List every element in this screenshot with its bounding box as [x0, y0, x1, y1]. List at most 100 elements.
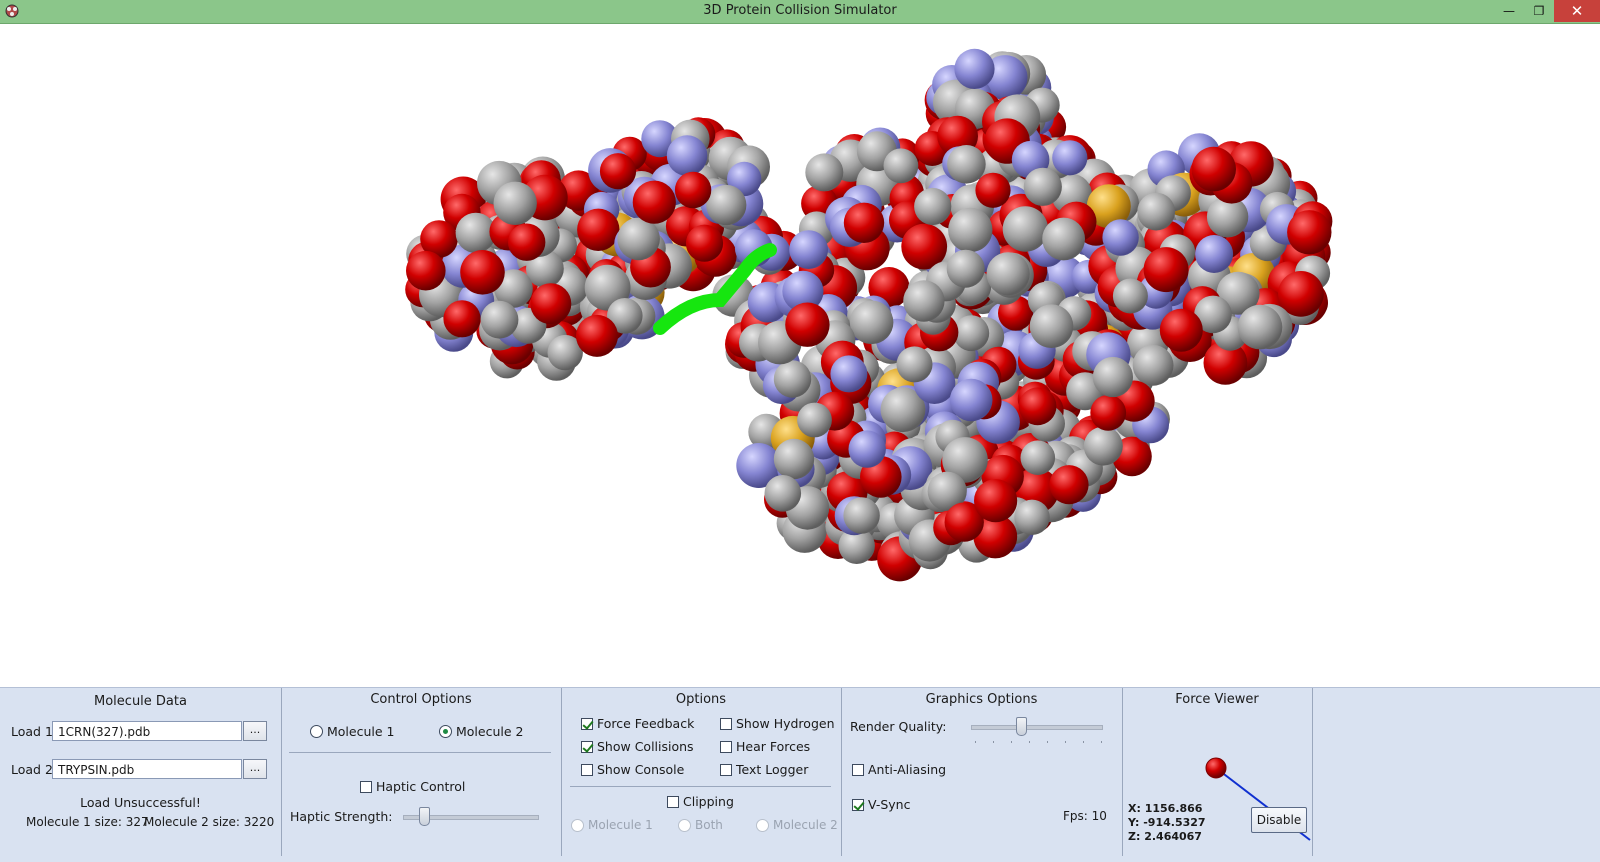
- clip-radio-molecule-2[interactable]: Molecule 2: [756, 818, 838, 832]
- atom: [666, 135, 708, 176]
- atom: [406, 250, 446, 291]
- atom: [1020, 440, 1056, 476]
- checkbox-box: [720, 717, 732, 730]
- atom: [946, 249, 985, 288]
- atom: [1112, 278, 1148, 314]
- atom: [764, 475, 802, 512]
- molecule-data-title: Molecule Data: [94, 694, 187, 709]
- force-z: Z: 2.464067: [1128, 830, 1202, 843]
- show-hydrogen-checkbox[interactable]: Show Hydrogen: [720, 716, 835, 731]
- atom: [948, 207, 993, 253]
- close-button[interactable]: ✕: [1554, 0, 1600, 22]
- atom: [1159, 308, 1203, 352]
- haptic-control-checkbox[interactable]: Haptic Control: [360, 779, 465, 794]
- radio-molecule-2[interactable]: Molecule 2: [439, 724, 523, 739]
- atom: [848, 430, 886, 468]
- hear-forces-checkbox[interactable]: Hear Forces: [720, 739, 810, 754]
- clipping-checkbox[interactable]: Clipping: [667, 794, 734, 809]
- clipping-label: Clipping: [683, 794, 734, 809]
- show-console-checkbox[interactable]: Show Console: [581, 762, 684, 777]
- molecule-viewport[interactable]: [0, 24, 1600, 687]
- load2-browse-button[interactable]: ...: [243, 759, 267, 779]
- force-y: Y: -914.5327: [1128, 816, 1206, 829]
- molecule2-size: Molecule 2 size: 3220: [144, 815, 275, 829]
- haptic-control-label: Haptic Control: [376, 779, 466, 794]
- clip-molecule-1-label: Molecule 1: [588, 818, 653, 832]
- checkbox-box: [720, 763, 732, 776]
- control-options-group: Control Options Molecule 1 Molecule 2 Ha…: [281, 688, 562, 856]
- atom: [974, 479, 1018, 523]
- vsync-label: V-Sync: [868, 797, 911, 812]
- atom: [1287, 210, 1332, 255]
- render-quality-slider[interactable]: [971, 725, 1103, 730]
- disable-button[interactable]: Disable: [1251, 807, 1307, 833]
- atom: [1018, 387, 1057, 426]
- text-logger-label: Text Logger: [736, 762, 809, 777]
- atom: [1023, 167, 1062, 206]
- atom: [954, 48, 995, 89]
- render-quality-thumb[interactable]: [1016, 717, 1027, 736]
- haptic-strength-thumb[interactable]: [419, 807, 430, 826]
- graphics-options-title: Graphics Options: [925, 692, 1038, 707]
- atom: [706, 184, 747, 226]
- show-collisions-checkbox[interactable]: Show Collisions: [581, 739, 694, 754]
- show-console-label: Show Console: [597, 762, 685, 777]
- load1-field[interactable]: 1CRN(327).pdb: [52, 721, 242, 741]
- atom: [830, 355, 868, 393]
- atom: [1092, 356, 1133, 398]
- slider-tick: [1047, 741, 1048, 743]
- atom: [986, 252, 1030, 296]
- atom: [805, 153, 844, 192]
- load2-field[interactable]: TRYPSIN.pdb: [52, 759, 242, 779]
- atom: [577, 208, 620, 251]
- anti-aliasing-checkbox[interactable]: Anti-Aliasing: [852, 762, 946, 777]
- atom: [599, 153, 637, 190]
- load2-label: Load 2:: [11, 762, 58, 777]
- force-viewer-title: Force Viewer: [1175, 692, 1259, 707]
- atom: [443, 300, 481, 338]
- radio-circle: [310, 725, 323, 738]
- atom: [1014, 499, 1050, 535]
- atom: [1049, 465, 1089, 505]
- slider-tick: [975, 741, 976, 743]
- haptic-strength-label: Haptic Strength:: [290, 809, 393, 824]
- minimize-button[interactable]: —: [1494, 0, 1524, 22]
- text-logger-checkbox[interactable]: Text Logger: [720, 762, 808, 777]
- atom: [1102, 219, 1139, 256]
- radio-molecule-1[interactable]: Molecule 1: [310, 724, 394, 739]
- load-status: Load Unsuccessful!: [80, 795, 201, 810]
- window-title: 3D Protein Collision Simulator: [703, 3, 897, 18]
- atom: [953, 315, 990, 352]
- atom: [1083, 426, 1123, 466]
- atom: [1195, 235, 1234, 273]
- radio-molecule-1-label: Molecule 1: [327, 724, 395, 739]
- atom: [947, 145, 986, 184]
- render-quality-label: Render Quality:: [850, 719, 947, 734]
- options-group: Options Force Feedback Show Collisions S…: [561, 688, 842, 856]
- atom: [896, 346, 933, 383]
- load1-label: Load 1:: [11, 724, 58, 739]
- slider-tick: [993, 741, 994, 743]
- atom: [493, 181, 537, 225]
- force-feedback-checkbox[interactable]: Force Feedback: [581, 716, 694, 731]
- force-feedback-label: Force Feedback: [597, 716, 695, 731]
- checkbox-box: [667, 795, 679, 808]
- atom: [674, 171, 712, 209]
- clip-radio-molecule-1[interactable]: Molecule 1: [571, 818, 653, 832]
- atom: [530, 283, 572, 325]
- control-panel: Molecule Data Load 1: 1CRN(327).pdb ... …: [0, 687, 1600, 862]
- divider: [570, 786, 831, 787]
- molecule-render[interactable]: [0, 24, 1600, 687]
- atom: [903, 280, 945, 322]
- vsync-checkbox[interactable]: V-Sync: [852, 797, 910, 812]
- load1-browse-button[interactable]: ...: [243, 721, 267, 741]
- checkbox-box: [852, 763, 864, 776]
- radio-circle: [571, 818, 584, 832]
- restore-button[interactable]: ❐: [1524, 0, 1554, 22]
- clip-radio-both[interactable]: Both: [678, 818, 723, 832]
- atom: [1052, 140, 1088, 176]
- atom: [773, 360, 812, 398]
- slider-tick: [1011, 741, 1012, 743]
- molecule-data-group: Molecule Data Load 1: 1CRN(327).pdb ... …: [0, 688, 282, 856]
- radio-circle: [678, 818, 691, 832]
